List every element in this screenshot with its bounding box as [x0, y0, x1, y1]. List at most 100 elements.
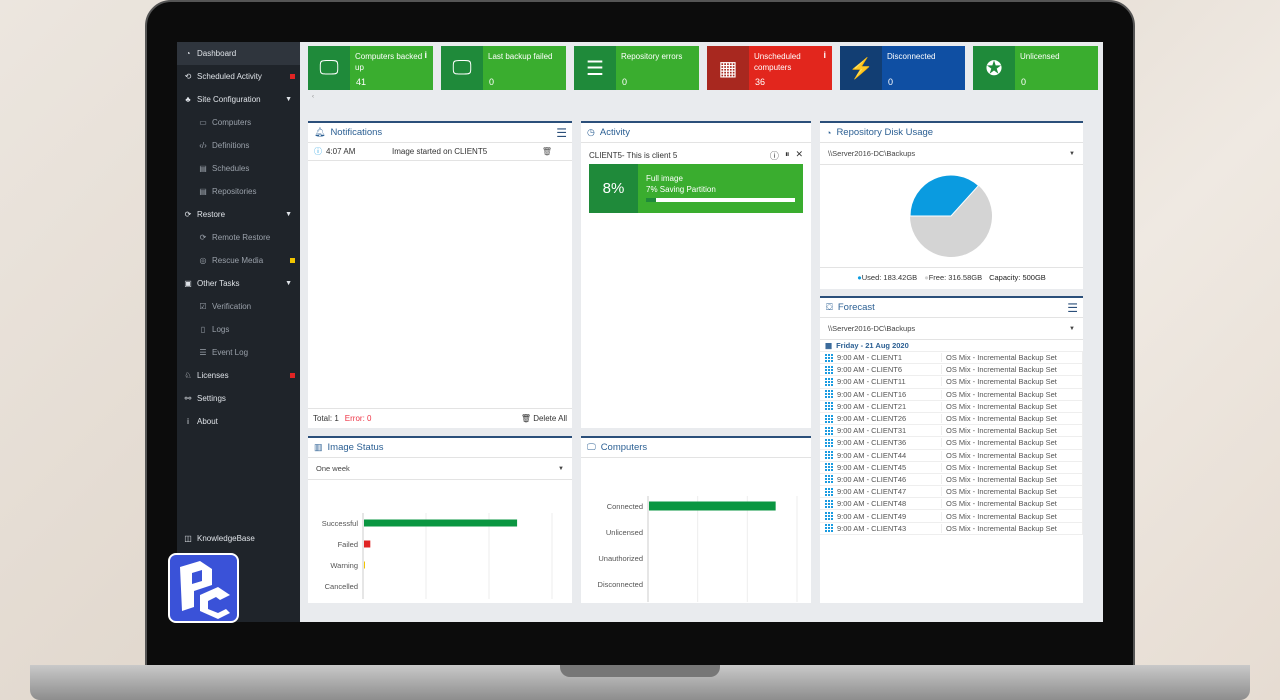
activity-progress-card: 8% Full image 7% Saving Partition [589, 164, 803, 213]
forecast-row[interactable]: 9:00 AM - CLIENT45 OS Mix - Incremental B… [820, 462, 1082, 474]
y-category-label: Failed [338, 540, 358, 549]
forecast-time: 9:00 AM - CLIENT48 [837, 499, 907, 509]
caret-down-icon[interactable]: ▼ [285, 280, 292, 287]
notification-item[interactable]: ⓘ 4:07 AM Image started on CLIENT5 🗑︎ [308, 143, 572, 161]
menu-icon[interactable]: ☰ [556, 126, 567, 140]
computers-icon: ▭ [199, 118, 207, 127]
delete-all-button[interactable]: 🗑︎ Delete All [521, 414, 567, 423]
forecast-row[interactable]: 9:00 AM - CLIENT31 OS Mix - Incremental B… [820, 425, 1082, 438]
repositories-icon: ▤ [199, 187, 207, 196]
forecast-row[interactable]: 9:00 AM - CLIENT44 OS Mix - Incremental B… [820, 450, 1082, 462]
tile-value: 41 [356, 77, 367, 87]
pause-button[interactable]: ⏸︎ [785, 149, 790, 162]
forecast-set: OS Mix - Incremental Backup Set [946, 401, 1057, 411]
sidebar-item-verification[interactable]: ☑ Verification [177, 295, 300, 318]
tile-repository[interactable]: ☰ Repository errors 0 [574, 46, 699, 90]
sidebar-item-scheduled-activity[interactable]: ⟲ Scheduled Activity [177, 65, 300, 88]
computers-panel: 🖵︎Computers 0204060ConnectedUnlicensedUn… [581, 436, 811, 617]
grid-icon [825, 438, 833, 447]
sidebar-item-computers[interactable]: ▭ Computers [177, 111, 300, 134]
panel-title: Image Status [327, 442, 384, 453]
status-tiles: 🖵 Computers backed up 41 i 🖵 Last backup fail… [308, 46, 1098, 90]
sidebar-item-about[interactable]: i About [177, 410, 300, 433]
repository-select[interactable]: \\Server2016-DC\Backups ▼ [820, 143, 1083, 165]
activity-client: CLIENT5- This is client 5 [589, 150, 678, 160]
menu-icon[interactable]: ☰ [1067, 301, 1078, 315]
forecast-row[interactable]: 9:00 AM - CLIENT16 OS Mix - Incremental B… [820, 389, 1082, 401]
forecast-time: 9:00 AM - CLIENT1 [837, 353, 903, 363]
forecast-time: 9:00 AM - CLIENT11 [837, 377, 906, 387]
sidebar-item-definitions[interactable]: ‹/› Definitions [177, 134, 300, 157]
forecast-time: 9:00 AM - CLIENT31 [837, 426, 907, 436]
forecast-row[interactable]: 9:00 AM - CLIENT48 OS Mix - Incremental B… [820, 498, 1082, 511]
forecast-row[interactable]: 9:00 AM - CLIENT36 OS Mix - Incremental B… [820, 437, 1082, 450]
caret-down-icon[interactable]: ▼ [285, 211, 292, 218]
grid-icon [825, 353, 833, 362]
forecast-date: ▦ Friday - 21 Aug 2020 [820, 340, 1083, 352]
forecast-icon: ⛋ [826, 302, 833, 312]
forecast-row[interactable]: 9:00 AM - CLIENT6 OS Mix - Incremental Ba… [820, 364, 1082, 377]
forecast-time: 9:00 AM - CLIENT6 [837, 365, 903, 375]
close-button[interactable]: ✕ [795, 149, 803, 162]
sidebar-item-rescue-media[interactable]: ◎ Rescue Media [177, 249, 300, 272]
forecast-row[interactable]: 9:00 AM - CLIENT1 OS Mix - Incremental Ba… [820, 352, 1082, 365]
sidebar-item-event-log[interactable]: ☰ Event Log [177, 341, 300, 364]
sidebar-item-dashboard[interactable]: ◔ Dashboard [177, 42, 300, 65]
tile-value: 36 [755, 77, 766, 87]
tile-value: 0 [888, 77, 894, 87]
forecast-row[interactable]: 9:00 AM - CLIENT49 OS Mix - Incremental B… [820, 510, 1082, 523]
tile-monitor[interactable]: 🖵 Last backup failed 0 [441, 46, 566, 90]
brand-logo [168, 553, 239, 623]
forecast-row[interactable]: 9:00 AM - CLIENT43 OS Mix - Incremental B… [820, 523, 1082, 535]
sidebar-item-settings[interactable]: ⚯ Settings [177, 387, 300, 410]
grid-icon [825, 463, 833, 472]
settings-icon: ⚯ [184, 394, 192, 403]
dashboard-icon: ◔ [185, 49, 191, 58]
sidebar-item-remote-restore[interactable]: ⟳ Remote Restore [177, 226, 300, 249]
sidebar-item-other-tasks[interactable]: ▣ Other Tasks ▼ [177, 272, 300, 295]
info-icon[interactable]: i [823, 50, 826, 60]
sidebar-item-label: Site Configuration [197, 95, 261, 104]
bar-chart-icon: ▥ [314, 442, 323, 452]
tile-calendar[interactable]: ▦ Unscheduled computers 36 i [707, 46, 832, 90]
sidebar-item-site-configuration[interactable]: ♣ Site Configuration ▼ [177, 88, 300, 111]
scroll-left-icon[interactable]: ‹ [312, 94, 314, 100]
sidebar: ◔ Dashboard ⟲ Scheduled Activity ♣ Site Confi… [177, 42, 300, 622]
forecast-time: 9:00 AM - CLIENT21 [837, 401, 907, 411]
tile-monitor[interactable]: 🖵 Computers backed up 41 i [308, 46, 433, 90]
image-status-panel: ▥Image Status One week▼ 0100020003000Suc… [308, 436, 572, 614]
bar-connected [649, 501, 776, 511]
sidebar-item-licenses[interactable]: ♘ Licenses [177, 364, 300, 387]
sidebar-item-restore[interactable]: ⟳ Restore ▼ [177, 203, 300, 226]
plug-icon: ⚡ [840, 46, 882, 90]
forecast-row[interactable]: 9:00 AM - CLIENT47 OS Mix - Incremental B… [820, 486, 1082, 499]
caret-down-icon[interactable]: ▼ [285, 96, 292, 103]
tile-award[interactable]: ✪ Unlicensed 0 [973, 46, 1098, 90]
bell-icon: 🔔︎ [314, 127, 326, 137]
sidebar-item-label: Event Log [212, 348, 249, 357]
sidebar-item-knowledgebase[interactable]: ◫ KnowledgeBase [177, 527, 300, 550]
sidebar-item-label: Computers [212, 118, 252, 127]
grid-icon [825, 414, 833, 423]
period-select[interactable]: One week ▼ [308, 458, 572, 480]
forecast-row[interactable]: 9:00 AM - CLIENT11 OS Mix - Incremental B… [820, 376, 1082, 389]
forecast-row[interactable]: 9:00 AM - CLIENT21 OS Mix - Incremental B… [820, 401, 1082, 413]
sidebar-item-logs[interactable]: ▯ Logs [177, 318, 300, 341]
trash-icon[interactable]: 🗑︎ [542, 147, 552, 156]
forecast-row[interactable]: 9:00 AM - CLIENT46 OS Mix - Incremental B… [820, 474, 1082, 487]
book-icon: ◫ [184, 534, 192, 543]
sidebar-item-repositories[interactable]: ▤ Repositories [177, 180, 300, 203]
tile-plug[interactable]: ⚡ Disconnected 0 [840, 46, 965, 90]
info-icon[interactable]: i [424, 50, 427, 60]
info-button[interactable]: ⓘ [770, 149, 779, 162]
forecast-repository-select[interactable]: \\Server2016-DC\Backups ▼ [820, 318, 1083, 340]
forecast-row[interactable]: 9:00 AM - CLIENT26 OS Mix - Incremental B… [820, 413, 1082, 426]
other-tasks-icon: ▣ [184, 279, 192, 288]
restore-icon: ⟳ [184, 210, 192, 219]
tile-value: 0 [489, 77, 495, 87]
sidebar-item-schedules[interactable]: ▤ Schedules [177, 157, 300, 180]
activity-percent: 8% [589, 164, 638, 213]
monitor-icon: 🖵 [441, 46, 483, 90]
remote-restore-icon: ⟳ [199, 233, 207, 242]
sidebar-item-label: Logs [212, 325, 230, 334]
